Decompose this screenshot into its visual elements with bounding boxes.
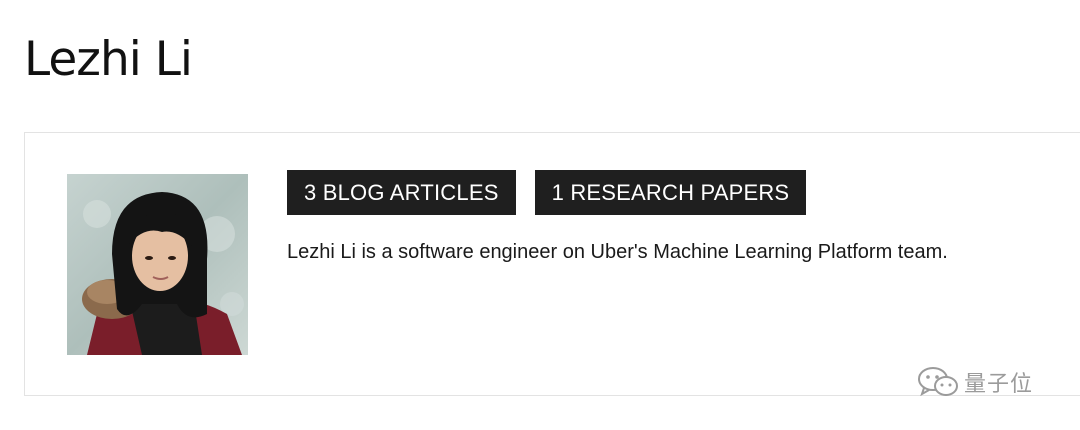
author-bio: Lezhi Li is a software engineer on Uber'… <box>287 241 948 263</box>
author-stats: 3 BLOG ARTICLES 1 RESEARCH PAPERS <box>287 170 807 215</box>
blog-articles-badge[interactable]: 3 BLOG ARTICLES <box>287 170 516 215</box>
wechat-icon <box>918 367 958 397</box>
author-page: Lezhi Li 3 BLOG ARTICLES 1 RESEARCH PAPE… <box>0 0 1080 430</box>
research-papers-badge[interactable]: 1 RESEARCH PAPERS <box>534 170 807 215</box>
watermark-text: 量子位 <box>964 372 1034 397</box>
author-card: 3 BLOG ARTICLES 1 RESEARCH PAPERS Lezhi … <box>24 132 1080 396</box>
watermark: 量子位 <box>916 365 1033 399</box>
page-title: Lezhi Li <box>24 32 193 87</box>
author-avatar <box>67 174 248 355</box>
author-photo <box>67 174 248 355</box>
